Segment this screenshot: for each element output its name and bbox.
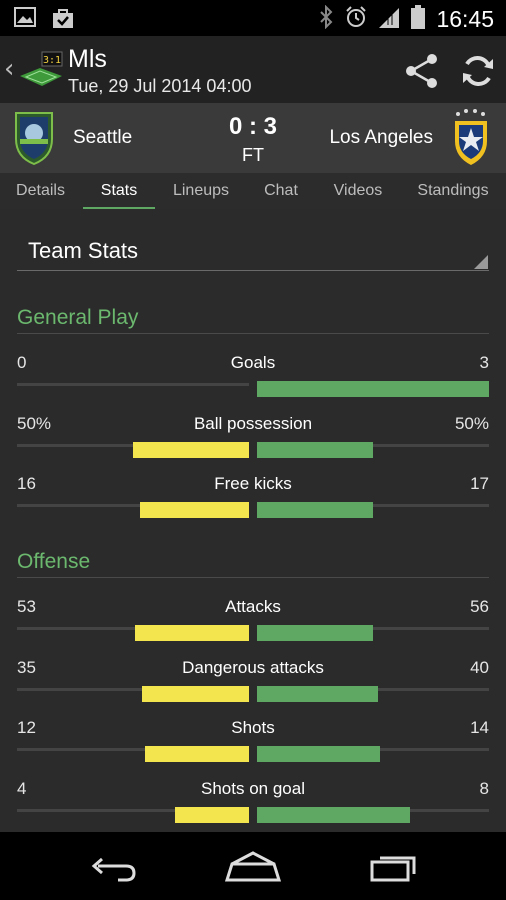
recents-button[interactable] — [368, 850, 420, 886]
stat-row: 16 Free kicks 17 — [17, 474, 489, 522]
page-title: Mls — [68, 45, 107, 73]
app-bar: ‹ 3:1 Mls Tue, 29 Jul 2014 04:00 — [0, 36, 506, 103]
share-button[interactable] — [402, 51, 442, 91]
stat-home-track — [17, 383, 249, 386]
stat-home-bar — [140, 502, 249, 518]
section-title-general-play: General Play — [17, 306, 489, 334]
alarm-icon — [344, 5, 368, 33]
match-datetime: Tue, 29 Jul 2014 04:00 — [68, 76, 252, 96]
bluetooth-icon — [318, 4, 334, 33]
stat-away-bar — [257, 381, 489, 397]
stat-away-bar — [257, 686, 378, 702]
stat-row: 50% Ball possession 50% — [17, 414, 489, 462]
clock-time: 16:45 — [436, 5, 494, 32]
stat-away-value: 17 — [470, 474, 489, 493]
home-icon — [224, 851, 282, 882]
share-icon — [406, 54, 437, 88]
stat-name: Shots — [231, 718, 275, 737]
stat-name: Goals — [230, 353, 276, 372]
tab-standings[interactable]: Standings — [410, 173, 496, 209]
tab-videos[interactable]: Videos — [324, 173, 392, 209]
back-button[interactable] — [88, 850, 138, 886]
stat-home-bar — [142, 686, 249, 702]
refresh-icon — [463, 56, 493, 86]
dropdown-selected-value: Team Stats — [28, 238, 139, 263]
stat-row: 53 Attacks 56 — [17, 597, 489, 645]
image-icon — [14, 7, 36, 33]
stat-away-bar — [257, 442, 373, 458]
tab-chat[interactable]: Chat — [252, 173, 310, 209]
match-header: Seattle 0 : 3 FT Los Angeles — [0, 103, 506, 173]
stat-name: Free kicks — [214, 474, 292, 493]
stat-away-value: 40 — [470, 658, 489, 677]
stats-content: Team Stats General Play 0 Goals 3 50% Ba… — [0, 209, 506, 832]
system-nav-bar — [0, 832, 506, 900]
stat-row: 35 Dangerous attacks 40 — [17, 658, 489, 706]
stats-type-dropdown[interactable]: Team Stats — [17, 231, 489, 271]
away-team-name: Los Angeles — [329, 127, 433, 148]
section-title-offense: Offense — [17, 550, 489, 578]
home-button[interactable] — [224, 850, 282, 886]
back-icon — [91, 857, 136, 882]
stat-away-value: 3 — [479, 353, 489, 372]
stat-away-bar — [257, 625, 373, 641]
stat-away-bar — [257, 502, 373, 518]
shopping-bag-icon — [52, 7, 74, 33]
tab-details[interactable]: Details — [0, 173, 81, 209]
tab-lineups[interactable]: Lineups — [162, 173, 240, 209]
stat-home-bar — [145, 746, 249, 762]
la-galaxy-crest-icon — [450, 107, 492, 171]
stat-home-bar — [133, 442, 249, 458]
stat-home-bar — [175, 807, 249, 823]
battery-icon — [410, 4, 426, 34]
stat-away-bar — [257, 746, 380, 762]
logo-score-text: 3:1 — [43, 55, 61, 66]
tab-bar: Details Stats Lineups Chat Videos Standi… — [0, 173, 506, 209]
stat-row: 12 Shots 14 — [17, 718, 489, 766]
stat-row: 4 Shots on goal 8 — [17, 779, 489, 827]
stat-away-value: 8 — [479, 779, 489, 798]
stat-name: Attacks — [225, 597, 281, 616]
refresh-button[interactable] — [458, 51, 498, 91]
stat-name: Dangerous attacks — [182, 658, 324, 677]
signal-icon — [378, 5, 400, 33]
stat-name: Ball possession — [193, 414, 313, 433]
stat-home-bar — [135, 625, 249, 641]
stat-row: 0 Goals 3 — [17, 353, 489, 401]
stat-away-value: 56 — [470, 597, 489, 616]
tab-stats[interactable]: Stats — [83, 173, 155, 209]
up-chevron-icon[interactable]: ‹ — [4, 54, 14, 84]
recents-icon — [370, 856, 416, 882]
stat-away-value: 50% — [454, 414, 489, 433]
dropdown-arrow-icon — [474, 255, 488, 269]
stat-name: Shots on goal — [201, 779, 305, 798]
status-bar: 16:45 — [0, 0, 506, 36]
stat-away-value: 14 — [470, 718, 489, 737]
app-logo[interactable]: 3:1 — [18, 50, 64, 94]
stat-away-bar — [257, 807, 410, 823]
